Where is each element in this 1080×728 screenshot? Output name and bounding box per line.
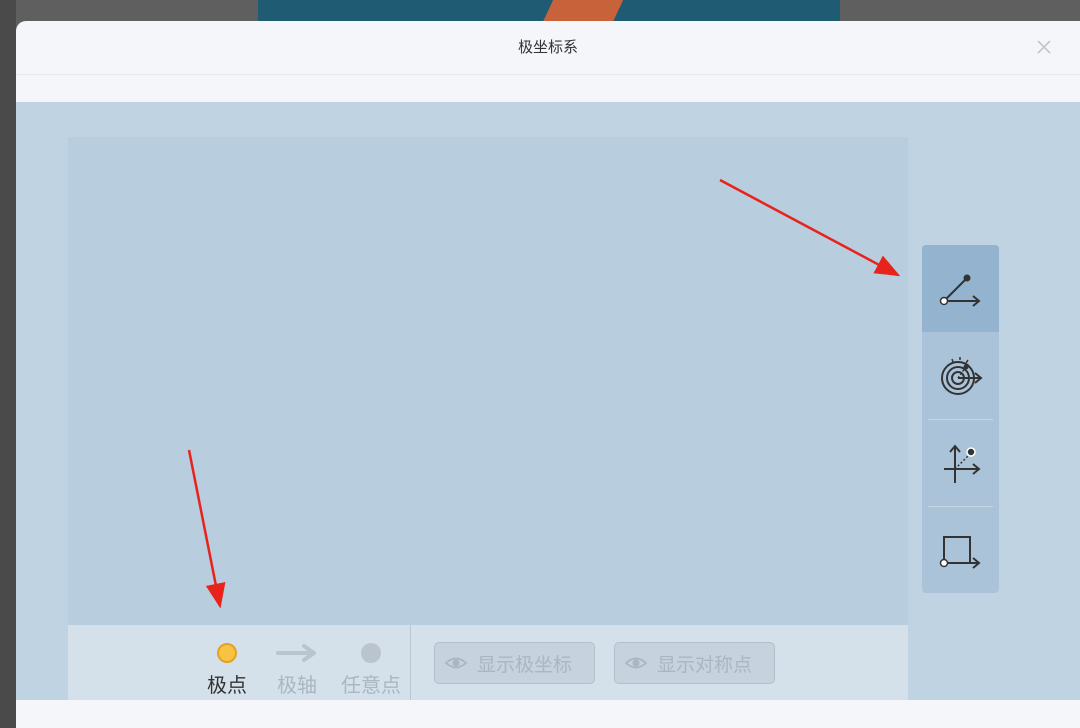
tool-rectangle-axis[interactable] [922, 507, 999, 593]
drawing-canvas[interactable] [68, 137, 908, 625]
workspace: 极点 极轴 任意点 显示极坐标 显示对称点 [16, 102, 1080, 701]
panel-divider [410, 625, 411, 701]
legend-label-any-point: 任意点 [341, 673, 401, 697]
dialog-footer [16, 700, 1080, 728]
close-icon[interactable] [1034, 37, 1054, 57]
polar-grid-icon [940, 356, 983, 395]
arrow-right-icon [276, 644, 316, 662]
legend-item-polar-axis[interactable]: 极轴 [262, 639, 332, 698]
eye-icon [445, 657, 467, 669]
bottom-panel: 极点 极轴 任意点 显示极坐标 显示对称点 [68, 625, 908, 701]
dialog-title: 极坐标系 [517, 38, 578, 56]
background-app-left [0, 0, 16, 728]
tool-polar-grid[interactable] [922, 332, 999, 419]
any-point-dot-icon [361, 643, 381, 663]
legend-item-any-point[interactable]: 任意点 [336, 639, 406, 698]
background-app-strip [258, 0, 840, 22]
legend-label-polar-axis: 极轴 [277, 673, 317, 697]
legend-label-pole: 极点 [207, 673, 247, 697]
show-symmetric-point-button[interactable]: 显示对称点 [614, 642, 775, 684]
tool-panel [922, 245, 999, 593]
eye-icon [625, 657, 647, 669]
show-polar-coords-label: 显示极坐标 [477, 653, 573, 676]
dialog-title-bar: 极坐标系 [16, 21, 1080, 75]
show-symmetric-point-label: 显示对称点 [657, 653, 753, 676]
rectangle-axis-icon [939, 535, 981, 569]
polar-coordinate-dialog: 极坐标系 极点 极轴 任意点 显示极坐标 显示对称点 [16, 21, 1080, 728]
legend-item-pole[interactable]: 极点 [192, 639, 262, 698]
pole-dot-icon [217, 643, 237, 663]
show-polar-coords-button[interactable]: 显示极坐标 [434, 642, 595, 684]
cartesian-point-icon [943, 443, 981, 483]
polar-angle-icon [939, 274, 981, 307]
background-shape [542, 0, 624, 22]
tool-polar-angle[interactable] [922, 245, 999, 332]
tool-cartesian-point[interactable] [922, 420, 999, 507]
